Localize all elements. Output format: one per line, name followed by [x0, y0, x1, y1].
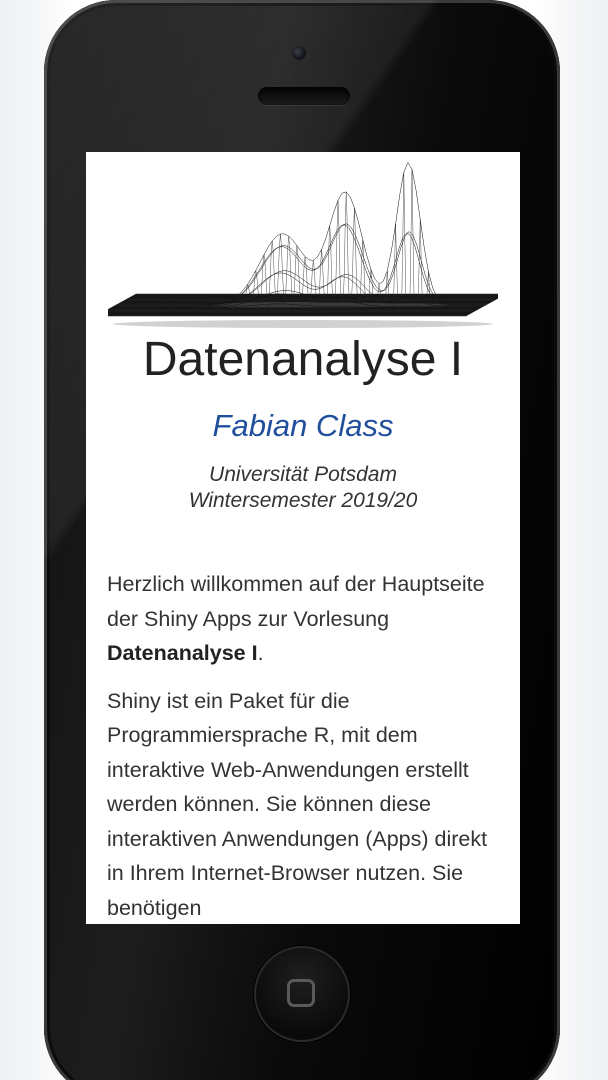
home-button-icon [287, 979, 315, 1007]
intro-paragraph-2: Shiny ist ein Paket für die Programmiers… [107, 688, 488, 920]
phone-screen[interactable]: Datenanalyse I Fabian Class Universität … [86, 152, 520, 924]
semester-label: Wintersemester 2019/20 [188, 489, 418, 512]
mesh-line [116, 161, 486, 306]
intro-text: Herzlich willkommen auf der Hauptseite d… [107, 567, 507, 924]
density-surface-logo [108, 161, 498, 328]
affiliation: Universität Potsdam Wintersemester 2019/… [86, 462, 520, 514]
intro-paragraph-1: Herzlich willkommen auf der Hauptseite d… [107, 567, 507, 671]
device-frame-stage: Datenanalyse I Fabian Class Universität … [0, 0, 608, 1080]
intro-p1-end: . [257, 641, 264, 665]
front-camera-icon [292, 46, 306, 60]
surface-mesh [108, 161, 498, 317]
earpiece-speaker-icon [258, 87, 350, 105]
page-title: Datenanalyse I [142, 333, 464, 386]
university-name: Universität Potsdam [209, 463, 397, 486]
home-button[interactable] [254, 946, 350, 1042]
surface-shadow [113, 320, 493, 328]
course-name: Datenanalyse I [107, 641, 258, 665]
author-name: Fabian Class [212, 408, 394, 443]
intro-p1-text: Herzlich willkommen auf der Hauptseite d… [107, 572, 485, 631]
